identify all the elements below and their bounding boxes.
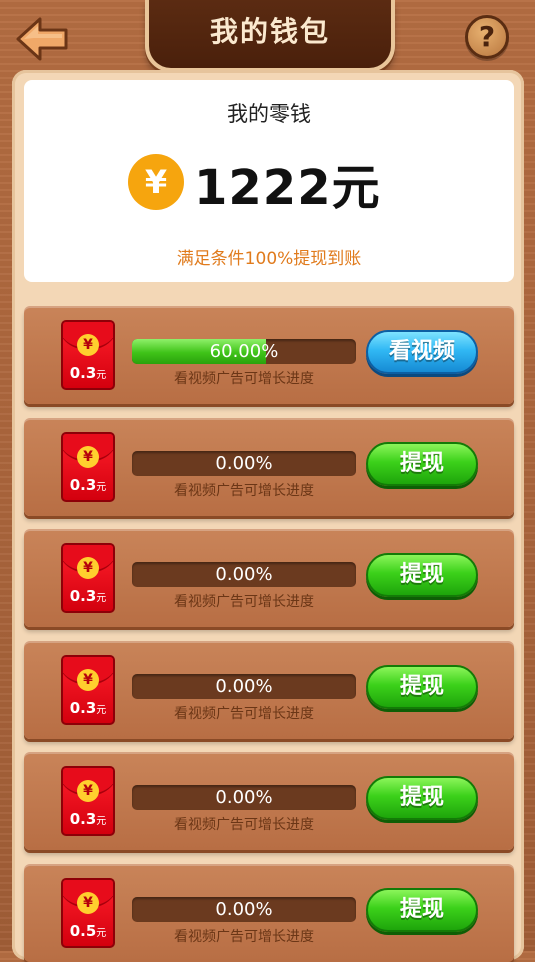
envelope-amount: 0.5元: [63, 922, 113, 940]
back-arrow-icon: [16, 17, 68, 61]
envelope-seal-icon: ¥: [77, 669, 99, 691]
envelope-amount: 0.3元: [63, 810, 113, 828]
envelope-seal-icon: ¥: [77, 557, 99, 579]
withdraw-row: ¥ 0.3元 0.00% 看视频广告可增长进度 提现: [24, 529, 514, 627]
envelope-value: 0.3: [69, 587, 97, 605]
progress-hint: 看视频广告可增长进度: [174, 929, 314, 945]
title-plate: 我的钱包: [145, 0, 395, 72]
withdraw-row: ¥ 0.3元 0.00% 看视频广告可增长进度 提现: [24, 641, 514, 739]
envelope-seal-icon: ¥: [77, 446, 99, 468]
envelope-value: 0.3: [69, 364, 97, 382]
withdraw-button[interactable]: 提现: [366, 553, 478, 597]
red-envelope-icon: ¥ 0.3元: [61, 655, 115, 725]
withdraw-button[interactable]: 提现: [366, 888, 478, 932]
progress-hint: 看视频广告可增长进度: [174, 371, 314, 387]
envelope-unit: 元: [96, 370, 107, 381]
progress-hint: 看视频广告可增长进度: [174, 483, 314, 499]
progress-bar: 60.00%: [132, 339, 356, 364]
yuan-coin-icon: ¥: [128, 154, 184, 210]
envelope-unit: 元: [96, 593, 107, 604]
withdraw-note: 满足条件100%提现到账: [176, 249, 362, 269]
progress-bar: 0.00%: [132, 562, 356, 587]
progress-text: 0.00%: [215, 899, 273, 920]
progress-bar: 0.00%: [132, 674, 356, 699]
withdraw-button[interactable]: 提现: [366, 665, 478, 709]
help-button[interactable]: ?: [465, 15, 509, 59]
progress-text: 0.00%: [215, 564, 273, 585]
withdraw-row: ¥ 0.3元 0.00% 看视频广告可增长进度 提现: [24, 752, 514, 850]
red-envelope-icon: ¥ 0.3元: [61, 543, 115, 613]
envelope-amount: 0.3元: [63, 364, 113, 382]
envelope-unit: 元: [96, 482, 107, 493]
withdraw-row: ¥ 0.5元 0.00% 看视频广告可增长进度 提现: [24, 864, 514, 962]
progress-bar: 0.00%: [132, 785, 356, 810]
envelope-amount: 0.3元: [63, 699, 113, 717]
red-envelope-icon: ¥ 0.3元: [61, 320, 115, 390]
progress-bar: 0.00%: [132, 451, 356, 476]
envelope-unit: 元: [96, 816, 107, 827]
withdraw-button[interactable]: 提现: [366, 442, 478, 486]
watch-video-button[interactable]: 看视频: [366, 330, 478, 374]
withdraw-button[interactable]: 提现: [366, 776, 478, 820]
progress-text: 0.00%: [215, 787, 273, 808]
withdraw-row: ¥ 0.3元 60.00% 看视频广告可增长进度 看视频: [24, 306, 514, 404]
progress-hint: 看视频广告可增长进度: [174, 817, 314, 833]
red-envelope-icon: ¥ 0.3元: [61, 432, 115, 502]
balance-amount: 1222元: [194, 160, 381, 216]
envelope-seal-icon: ¥: [77, 780, 99, 802]
progress-text: 0.00%: [215, 453, 273, 474]
envelope-value: 0.5: [69, 922, 97, 940]
progress-bar: 0.00%: [132, 897, 356, 922]
help-icon: ?: [478, 20, 496, 53]
envelope-value: 0.3: [69, 699, 97, 717]
envelope-value: 0.3: [69, 476, 97, 494]
progress-hint: 看视频广告可增长进度: [174, 594, 314, 610]
red-envelope-icon: ¥ 0.5元: [61, 878, 115, 948]
progress-text: 60.00%: [209, 341, 279, 362]
withdraw-row: ¥ 0.3元 0.00% 看视频广告可增长进度 提现: [24, 418, 514, 516]
balance-card: 我的零钱 ¥ 1222元 满足条件100%提现到账: [24, 80, 514, 282]
red-envelope-icon: ¥ 0.3元: [61, 766, 115, 836]
back-button[interactable]: [14, 14, 70, 64]
balance-label: 我的零钱: [227, 102, 311, 126]
envelope-seal-icon: ¥: [77, 334, 99, 356]
top-bar: 我的钱包 ?: [0, 0, 535, 75]
envelope-unit: 元: [96, 705, 107, 716]
progress-text: 0.00%: [215, 676, 273, 697]
envelope-amount: 0.3元: [63, 587, 113, 605]
envelope-amount: 0.3元: [63, 476, 113, 494]
envelope-unit: 元: [96, 928, 107, 939]
envelope-value: 0.3: [69, 810, 97, 828]
page-title: 我的钱包: [209, 15, 330, 48]
progress-hint: 看视频广告可增长进度: [174, 706, 314, 722]
envelope-seal-icon: ¥: [77, 892, 99, 914]
